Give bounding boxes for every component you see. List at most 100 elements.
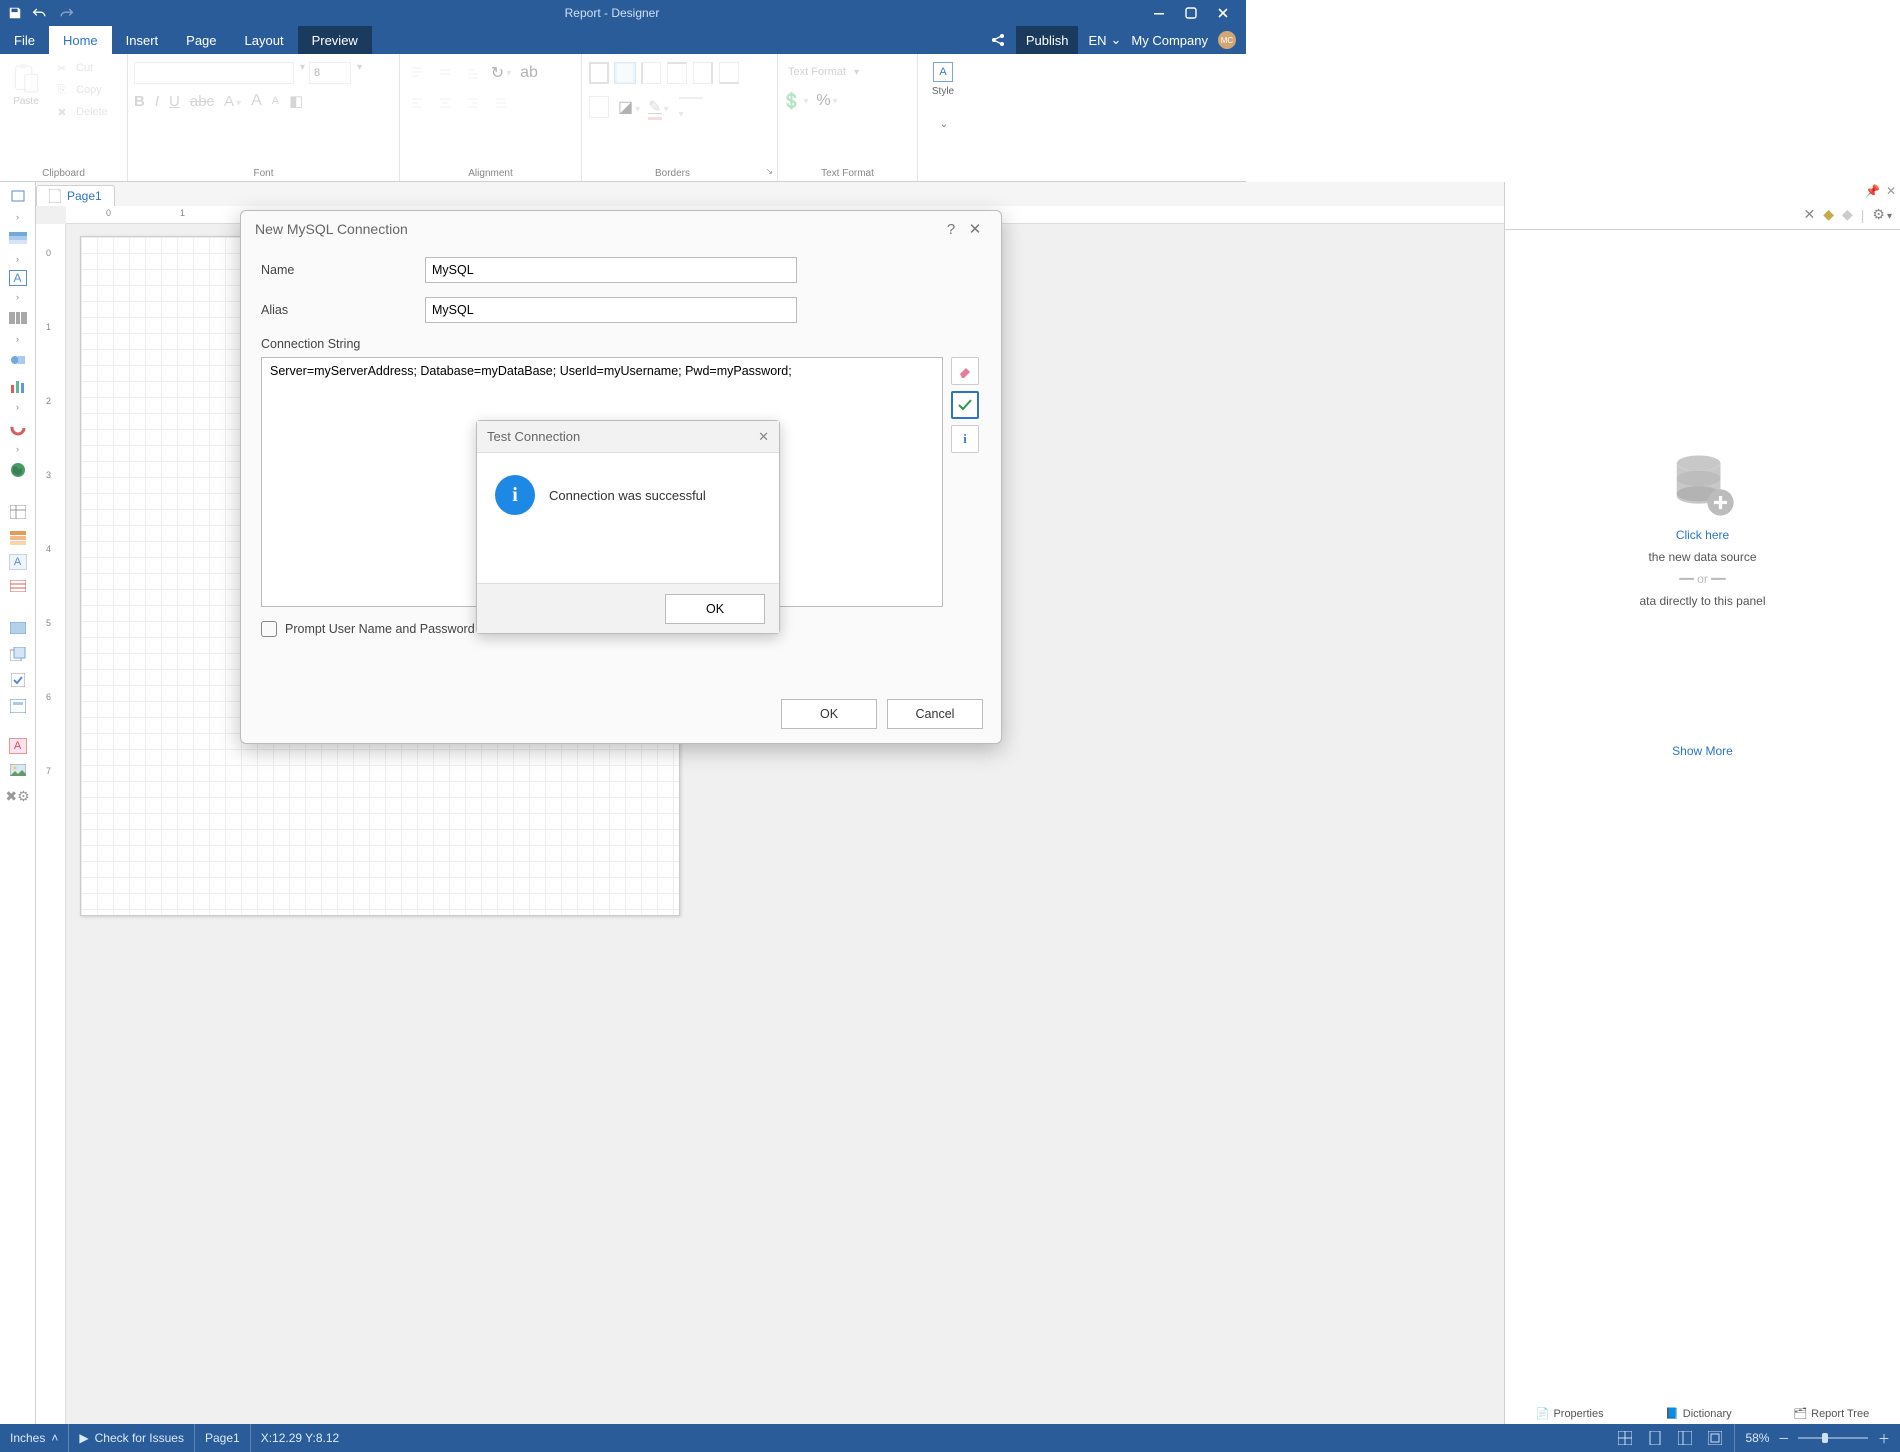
- tab-insert[interactable]: Insert: [112, 26, 173, 54]
- tool-panel-icon[interactable]: [5, 618, 31, 638]
- tab-report-tree[interactable]: 🗂Report Tree: [1793, 1407, 1869, 1420]
- tab-dictionary[interactable]: 📘Dictionary: [1665, 1407, 1732, 1420]
- clear-format-button[interactable]: ◧: [289, 92, 303, 110]
- align-bottom-button[interactable]: [462, 62, 484, 84]
- share-icon[interactable]: [990, 32, 1006, 48]
- chevron-right-icon[interactable]: ›: [16, 402, 19, 412]
- paste-button[interactable]: Paste: [6, 58, 46, 111]
- border-color-button[interactable]: ✎▾: [648, 97, 668, 117]
- tab-properties[interactable]: 📄Properties: [1536, 1407, 1604, 1420]
- bold-button[interactable]: B: [134, 93, 145, 110]
- outline-mode-icon[interactable]: [1706, 1429, 1724, 1447]
- company-label[interactable]: My Company: [1131, 33, 1208, 48]
- ok-button[interactable]: OK: [781, 699, 877, 729]
- language-selector[interactable]: EN⌄: [1088, 32, 1121, 48]
- chevron-down-icon[interactable]: ▾: [298, 62, 305, 84]
- tool-richtext-icon[interactable]: A: [9, 554, 27, 570]
- fill-color-button[interactable]: ◪▾: [618, 97, 640, 117]
- align-left-button[interactable]: [406, 92, 428, 114]
- chevron-right-icon[interactable]: ›: [16, 212, 19, 222]
- dialog-launcher-icon[interactable]: ↘: [765, 166, 773, 177]
- tool-map-icon[interactable]: [5, 460, 31, 480]
- zoom-out-button[interactable]: ─: [1779, 1431, 1788, 1445]
- tool-band-icon[interactable]: [5, 228, 31, 248]
- border-all-button[interactable]: [588, 62, 610, 84]
- shrink-font-button[interactable]: A: [272, 95, 279, 107]
- save-icon[interactable]: [8, 6, 22, 20]
- italic-button[interactable]: I: [155, 93, 159, 110]
- tab-preview[interactable]: Preview: [298, 26, 372, 54]
- tool-gauge-icon[interactable]: [5, 418, 31, 438]
- delete-button[interactable]: ✖Delete: [50, 102, 112, 122]
- tool-image-icon[interactable]: [5, 760, 31, 780]
- currency-button[interactable]: 💲▾: [784, 90, 806, 112]
- style-icon[interactable]: A: [933, 62, 953, 82]
- align-right-button[interactable]: [462, 92, 484, 114]
- minimize-icon[interactable]: [1150, 4, 1168, 22]
- show-more-link[interactable]: Show More: [1672, 744, 1733, 758]
- file-menu[interactable]: File: [0, 26, 49, 54]
- page-tab[interactable]: Page1: [36, 185, 115, 206]
- rotate-button[interactable]: ↻▾: [490, 62, 512, 84]
- zoom-in-button[interactable]: ＋: [1878, 1430, 1890, 1447]
- maximize-icon[interactable]: [1182, 4, 1200, 22]
- tool-crosstab-icon[interactable]: [5, 502, 31, 522]
- shadow-button[interactable]: [588, 96, 610, 118]
- tool-table-icon[interactable]: [5, 528, 31, 548]
- justify-button[interactable]: [490, 92, 512, 114]
- chevron-right-icon[interactable]: ›: [16, 254, 19, 264]
- text-format-button[interactable]: Text Format▾: [784, 64, 863, 80]
- tool-barcode-icon[interactable]: [5, 308, 31, 328]
- alias-input[interactable]: [425, 297, 797, 323]
- tool-clone-icon[interactable]: [5, 644, 31, 664]
- tab-page[interactable]: Page: [172, 26, 230, 54]
- close-icon[interactable]: ✕: [758, 429, 769, 445]
- chevron-right-icon[interactable]: ›: [16, 292, 19, 302]
- page-mode-icon[interactable]: [1646, 1429, 1664, 1447]
- border-left-button[interactable]: [640, 62, 662, 84]
- border-bottom-button[interactable]: [718, 62, 740, 84]
- border-style-button[interactable]: ▾: [677, 92, 705, 122]
- publish-button[interactable]: Publish: [1016, 26, 1079, 54]
- percent-button[interactable]: %▾: [816, 90, 838, 112]
- tool-checkbox-icon[interactable]: [5, 670, 31, 690]
- tool-settings-icon[interactable]: ✖⚙: [5, 786, 31, 806]
- ok-button[interactable]: OK: [665, 594, 765, 624]
- chevron-right-icon[interactable]: ›: [16, 444, 19, 454]
- copy-button[interactable]: ⎘Copy: [50, 80, 112, 100]
- avatar[interactable]: MC: [1218, 31, 1236, 49]
- wrap-text-button[interactable]: ab: [518, 62, 540, 84]
- tool-shape-icon[interactable]: [5, 350, 31, 370]
- chevron-down-icon[interactable]: ▾: [355, 62, 362, 84]
- border-top-button[interactable]: [666, 62, 688, 84]
- redo-icon[interactable]: [58, 6, 74, 20]
- chevron-down-icon[interactable]: ⌄: [938, 119, 948, 130]
- cut-button[interactable]: ✂Cut: [50, 58, 112, 78]
- cancel-button[interactable]: Cancel: [887, 699, 983, 729]
- tool-pointer-icon[interactable]: [5, 186, 31, 206]
- tool-chart-icon[interactable]: [5, 376, 31, 396]
- grid-mode-icon[interactable]: [1616, 1429, 1634, 1447]
- font-size-input[interactable]: [309, 62, 351, 84]
- name-input[interactable]: [425, 257, 797, 283]
- prompt-credentials-checkbox[interactable]: [261, 621, 277, 637]
- tab-layout[interactable]: Layout: [231, 26, 298, 54]
- tool-table2-icon[interactable]: [5, 576, 31, 596]
- move-down-icon[interactable]: ◆: [1842, 206, 1853, 223]
- font-name-input[interactable]: [134, 62, 294, 84]
- align-top-button[interactable]: [406, 62, 428, 84]
- chevron-right-icon[interactable]: ›: [16, 334, 19, 344]
- units-selector[interactable]: Inches ˄: [0, 1424, 69, 1452]
- underline-button[interactable]: U: [169, 93, 180, 110]
- panel-close-icon[interactable]: ✕: [1886, 184, 1896, 198]
- gear-icon[interactable]: ⚙▾: [1872, 206, 1892, 223]
- undo-icon[interactable]: [32, 6, 48, 20]
- close-icon[interactable]: [1214, 4, 1232, 22]
- help-icon[interactable]: ?: [939, 221, 963, 238]
- tab-home[interactable]: Home: [49, 26, 112, 54]
- close-icon[interactable]: ✕: [963, 220, 987, 238]
- layout-mode-icon[interactable]: [1676, 1429, 1694, 1447]
- test-connection-button[interactable]: [951, 391, 979, 419]
- border-none-button[interactable]: [614, 62, 636, 84]
- move-up-icon[interactable]: ◆: [1823, 206, 1834, 223]
